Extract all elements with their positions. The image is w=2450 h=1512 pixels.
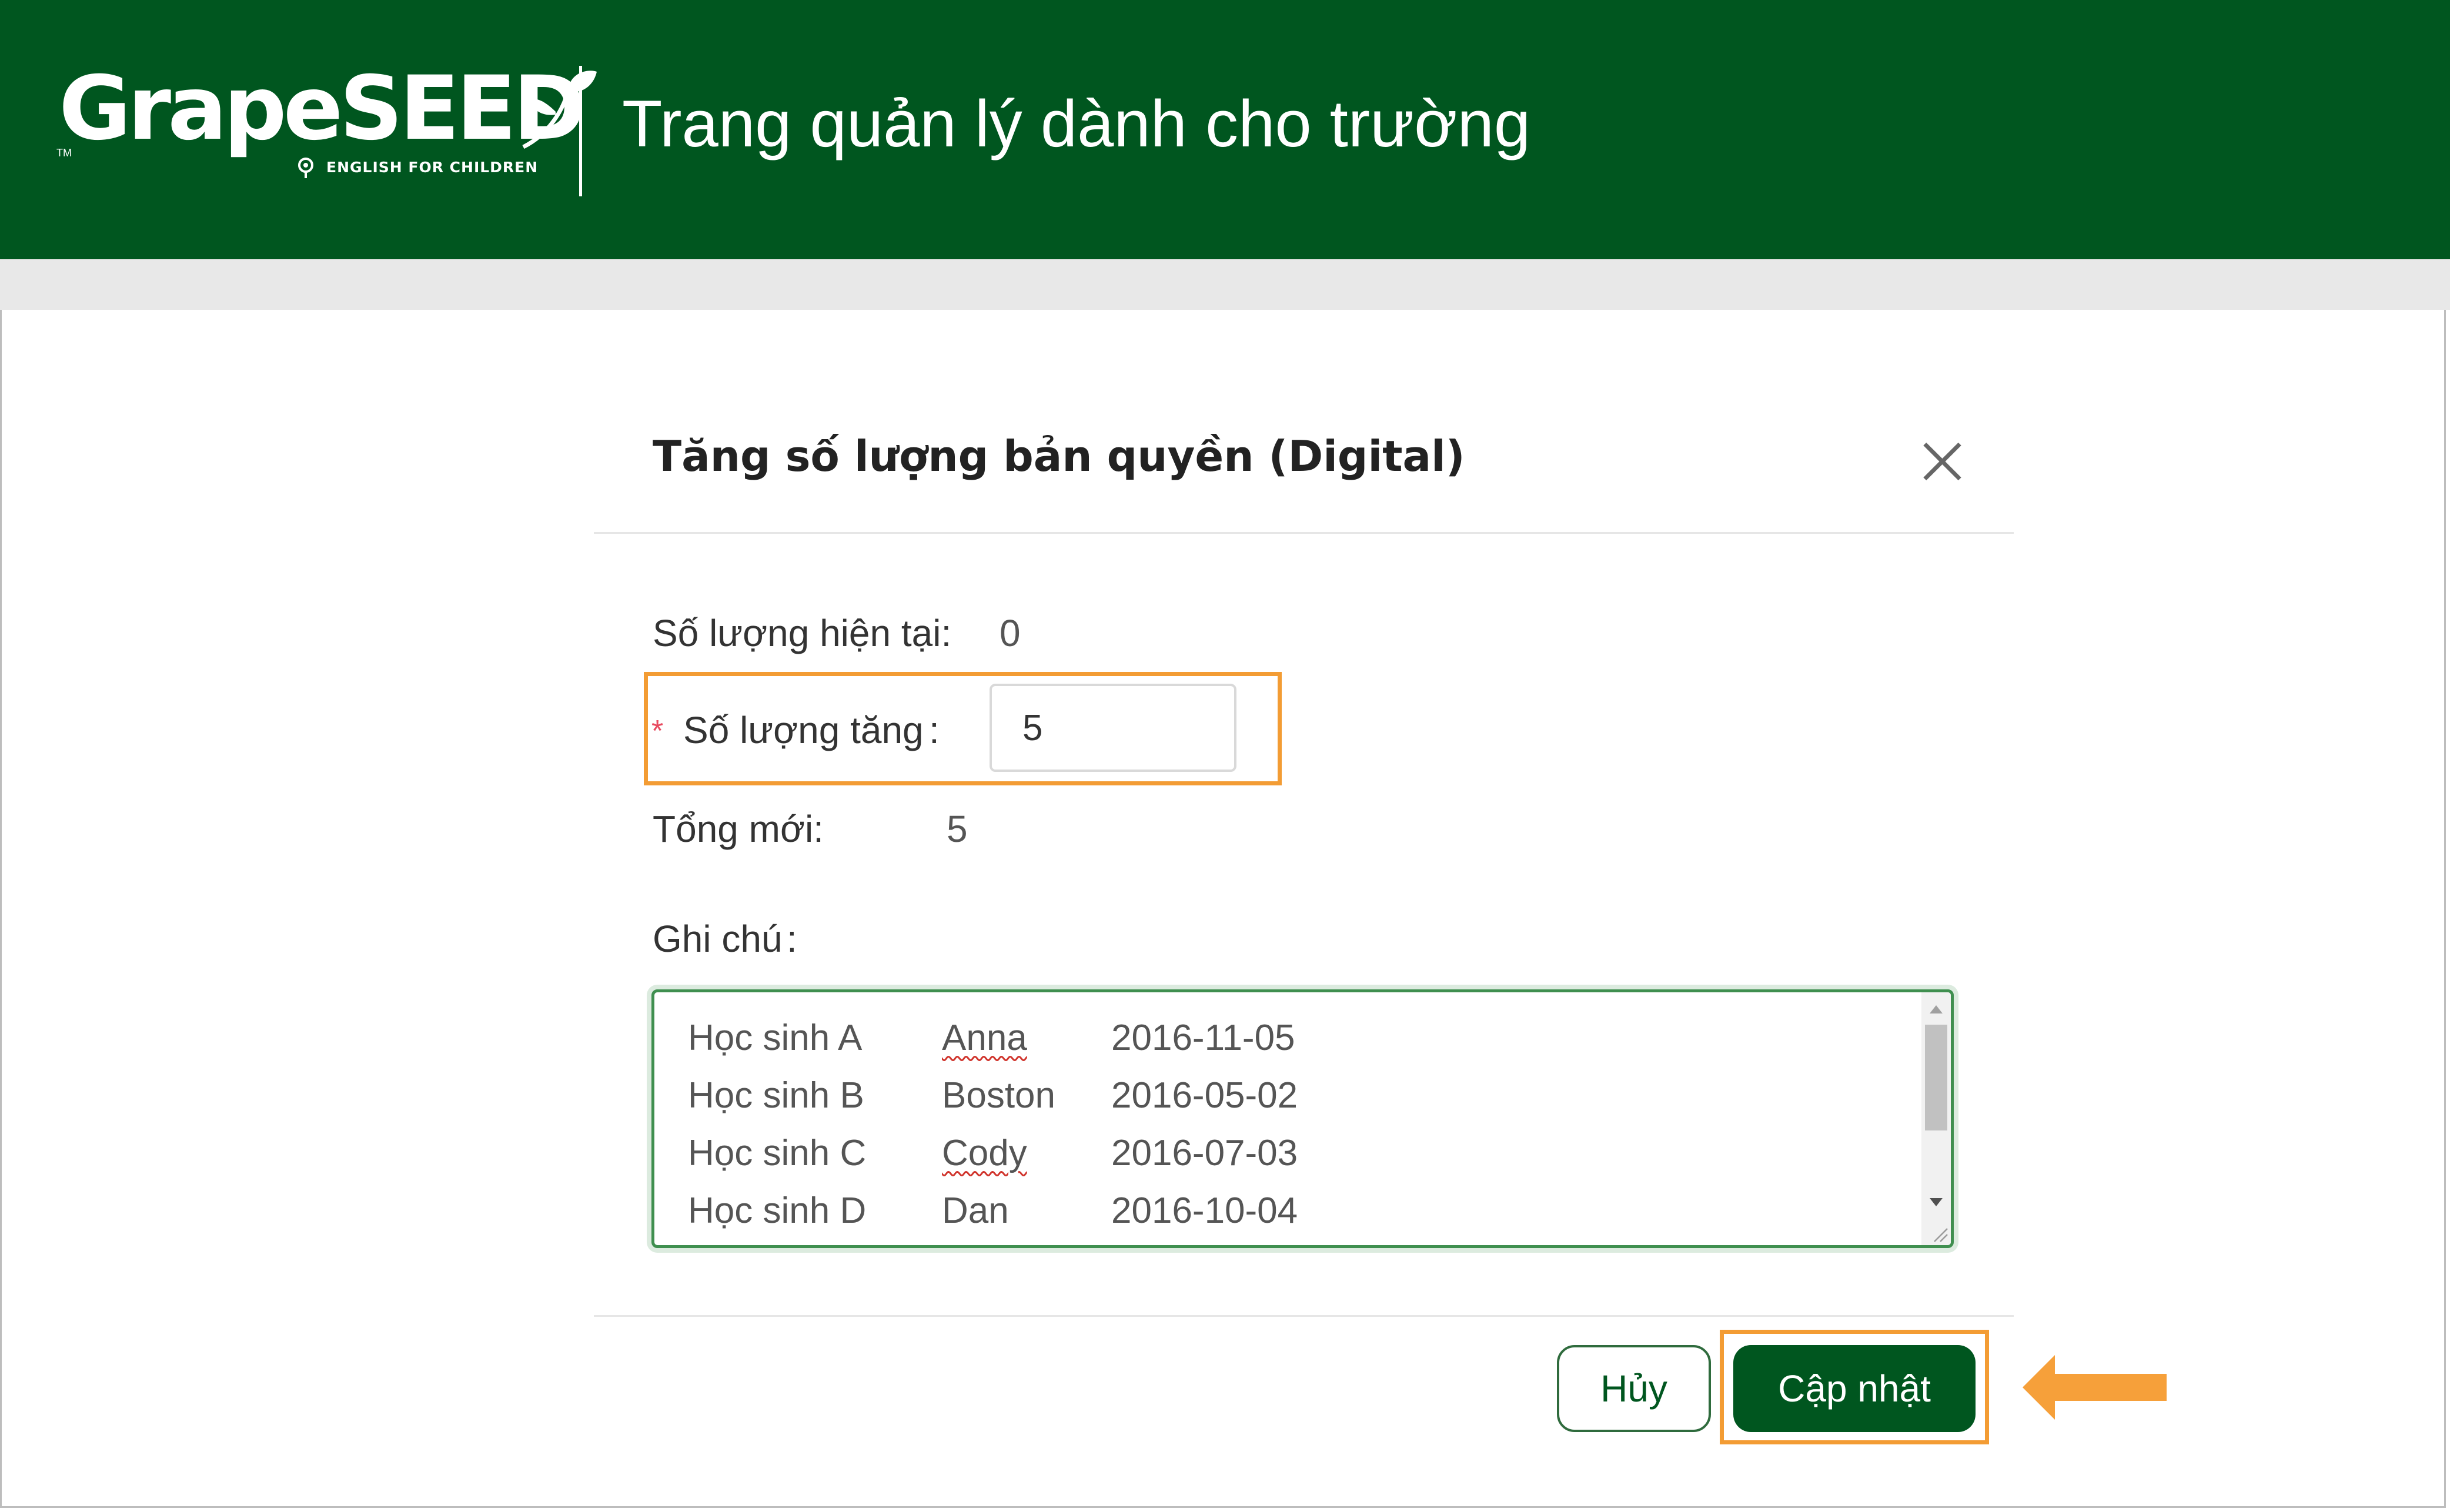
- scroll-down-icon[interactable]: [1930, 1198, 1943, 1206]
- new-total-value: 5: [947, 808, 968, 850]
- note-student: Học sinh B: [688, 1075, 864, 1116]
- increase-quantity-label: Số lượng tăng: [683, 709, 924, 751]
- scroll-thumb[interactable]: [1925, 1025, 1947, 1130]
- note-date: 2016-05-02: [1111, 1075, 1298, 1116]
- modal-footer-divider: [594, 1315, 2014, 1317]
- arrow-left-icon: [2023, 1355, 2167, 1420]
- note-date: 2016-07-03: [1111, 1133, 1298, 1173]
- increase-label-colon: :: [929, 709, 940, 751]
- sub-header-bar: [0, 259, 2450, 310]
- note-name: Anna: [942, 1018, 1027, 1058]
- note-label-colon: :: [787, 918, 797, 960]
- header-divider: [579, 66, 582, 196]
- modal-header-divider: [594, 532, 2014, 534]
- grapeseed-logo: GrapeSEED TM ENGLISH FOR CHILDREN: [56, 65, 597, 182]
- note-label: Ghi chú: [653, 918, 783, 960]
- required-mark: *: [651, 714, 664, 748]
- note-student: Học sinh C: [688, 1133, 867, 1173]
- leaf-icon: [522, 71, 597, 149]
- close-icon[interactable]: [1920, 438, 1967, 485]
- resize-grip-icon[interactable]: [1931, 1225, 1948, 1243]
- scroll-up-icon[interactable]: [1930, 1005, 1943, 1013]
- note-date: 2016-11-05: [1111, 1018, 1295, 1058]
- cancel-button[interactable]: Hủy: [1557, 1345, 1711, 1432]
- new-total-label: Tổng mới:: [653, 808, 824, 850]
- textarea-scrollbar[interactable]: [1921, 992, 1951, 1245]
- logo-tagline: ENGLISH FOR CHILDREN: [326, 159, 539, 176]
- note-student: Học sinh D: [688, 1190, 867, 1231]
- increase-quantity-input[interactable]: [990, 684, 1236, 772]
- note-textarea[interactable]: Học sinh A Anna 2016-11-05 Học sinh B Bo…: [651, 989, 1954, 1248]
- grape-icon: [298, 158, 313, 178]
- app-header: GrapeSEED TM ENGLISH FOR CHILDREN Trang …: [0, 0, 2450, 259]
- note-name: Dan: [942, 1190, 1009, 1231]
- logo-wordmark: GrapeSEED: [59, 58, 586, 160]
- update-button[interactable]: Cập nhật: [1733, 1345, 1976, 1432]
- note-date: 2016-10-04: [1111, 1190, 1298, 1231]
- modal-title: Tăng số lượng bản quyền (Digital): [653, 431, 1465, 481]
- current-quantity-label: Số lượng hiện tại:: [653, 612, 952, 654]
- note-student: Học sinh A: [688, 1018, 863, 1058]
- logo-trademark: TM: [56, 147, 72, 159]
- page-title: Trang quản lý dành cho trường: [622, 87, 1531, 160]
- note-name: Cody: [942, 1133, 1027, 1173]
- current-quantity-value: 0: [1000, 612, 1021, 654]
- note-name: Boston: [942, 1075, 1056, 1116]
